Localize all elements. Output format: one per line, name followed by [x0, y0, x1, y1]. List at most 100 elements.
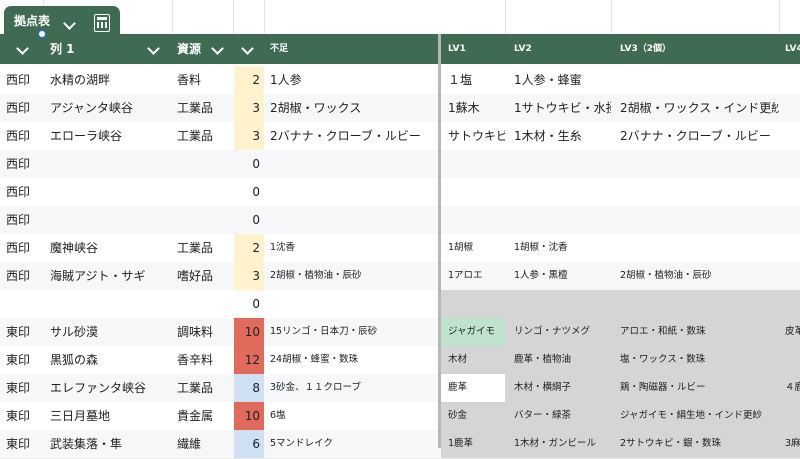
cell-lv3[interactable]: 2サトウキビ・銀・数珠	[620, 430, 779, 458]
cell-lv1[interactable]: サトウキビ	[448, 122, 505, 150]
cell-place[interactable]: アジャンタ峡谷	[50, 94, 172, 122]
cell-count[interactable]: 10	[234, 318, 264, 346]
chevron-down-icon[interactable]	[241, 42, 254, 55]
cell-place[interactable]: 三日月墓地	[50, 402, 172, 430]
cell-resource[interactable]: 工業品	[177, 374, 233, 402]
cell-region[interactable]: 西印	[6, 234, 43, 262]
table-row[interactable]: 西印 0	[0, 178, 800, 207]
cell-lv4[interactable]	[785, 150, 800, 178]
cell-lv3[interactable]: 鶏・陶磁器・ルビー	[620, 374, 779, 402]
cell-region[interactable]: 東印	[6, 318, 43, 346]
cell-place[interactable]	[50, 178, 172, 206]
cell-count[interactable]: 3	[234, 94, 264, 122]
cell-resource[interactable]: 香辛料	[177, 346, 233, 374]
cell-count[interactable]: 0	[234, 178, 264, 206]
cell-lv4[interactable]: 3麻	[785, 430, 800, 458]
cell-region[interactable]: 西印	[6, 94, 43, 122]
cell-lv3[interactable]: 2バナナ・クローブ・ルビー	[620, 122, 779, 150]
cell-lv1[interactable]: 1アロエ	[448, 262, 505, 290]
cell-place[interactable]: 水精の湖畔	[50, 66, 172, 94]
cell-lv3[interactable]	[620, 206, 779, 234]
cell-lv1[interactable]: １塩	[448, 66, 505, 94]
cell-place[interactable]	[50, 150, 172, 178]
cell-lv1[interactable]: 1胡椒	[448, 234, 505, 262]
sheet-tab[interactable]: 拠点表	[4, 6, 120, 36]
cell-place[interactable]: 黒狐の森	[50, 346, 172, 374]
cell-count[interactable]: 2	[234, 234, 264, 262]
cell-region[interactable]: 東印	[6, 430, 43, 458]
table-row[interactable]: 西印アジャンタ峡谷工業品32胡椒・ワックス 1蘇木 1サトウキビ・水掻き 2胡椒・ワッ…	[0, 94, 800, 123]
cell-shortage[interactable]: 5マンドレイク	[270, 430, 436, 458]
cell-resource[interactable]: 嗜好品	[177, 262, 233, 290]
column-header-shortage[interactable]: 不足	[270, 34, 435, 64]
cell-place[interactable]: サル砂漠	[50, 318, 172, 346]
cell-resource[interactable]: 工業品	[177, 94, 233, 122]
cell-lv2[interactable]: 1人参・蜂蜜	[514, 66, 611, 94]
cell-resource[interactable]	[177, 178, 233, 206]
cell-lv4[interactable]	[785, 94, 800, 122]
cell-place[interactable]: 海賊アジト・サギ	[50, 262, 172, 290]
cell-resource[interactable]: 調味料	[177, 318, 233, 346]
cell-region[interactable]: 西印	[6, 122, 43, 150]
cell-shortage[interactable]: 15リンゴ・日本刀・辰砂	[270, 318, 436, 346]
table-row[interactable]: 東印 武装集落・隼 繊維 6 5マンドレイク 1鹿革 1木材・ガンビール 2サトウキビ・銀・数…	[0, 430, 800, 459]
cell-lv3[interactable]: 2胡椒・植物油・辰砂	[620, 262, 779, 290]
cell-lv4[interactable]: 皮革	[785, 318, 800, 346]
cell-shortage[interactable]: 2胡椒・植物油・辰砂	[270, 262, 436, 290]
cell-count[interactable]: 0	[234, 150, 264, 178]
cell-shortage[interactable]	[270, 150, 436, 178]
cell-lv1[interactable]	[448, 178, 505, 206]
cell-lv1[interactable]	[448, 206, 505, 234]
cell-lv1[interactable]: 鹿革	[441, 374, 505, 402]
cell-lv2[interactable]	[514, 150, 611, 178]
cell-count[interactable]: 3	[234, 122, 264, 150]
cell-region[interactable]: 西印	[6, 66, 43, 94]
cell-resource[interactable]	[177, 206, 233, 234]
cell-resource[interactable]	[177, 150, 233, 178]
cell-count[interactable]: 8	[234, 374, 264, 402]
column-header-lv1[interactable]: LV1	[448, 34, 505, 64]
chevron-down-icon[interactable]	[147, 42, 160, 55]
cell-lv4[interactable]: ４鹿	[785, 374, 800, 402]
cell-lv3[interactable]	[620, 150, 779, 178]
cell-lv4[interactable]	[785, 234, 800, 262]
cell-lv2[interactable]: 1木材・生糸	[514, 122, 611, 150]
cell-place[interactable]	[50, 290, 172, 318]
cell-resource[interactable]: 工業品	[177, 234, 233, 262]
cell-resource[interactable]: 香料	[177, 66, 233, 94]
calculator-icon[interactable]	[94, 14, 110, 32]
cell-resource[interactable]: 工業品	[177, 122, 233, 150]
cell-lv3[interactable]	[620, 234, 779, 262]
cell-shortage[interactable]: 1人参	[270, 66, 436, 94]
cell-lv4[interactable]	[785, 262, 800, 290]
cell-lv3[interactable]: ジャガイモ・絹生地・インド更紗	[620, 402, 779, 430]
cell-count[interactable]: 10	[234, 402, 264, 430]
cell-shortage[interactable]: 2バナナ・クローブ・ルビー	[270, 122, 436, 150]
column-header-lv3[interactable]: LV3（2個）	[620, 34, 779, 64]
cell-lv1[interactable]: 木材	[448, 346, 505, 374]
chevron-down-icon[interactable]	[63, 17, 76, 30]
cell-count[interactable]: 0	[234, 206, 264, 234]
cell-lv2[interactable]	[514, 290, 611, 318]
table-row[interactable]: 東印 サル砂漠 調味料 10 15リンゴ・日本刀・辰砂 ジャガイモ リンゴ・ナツメグ アロエ・…	[0, 318, 800, 347]
cell-shortage[interactable]	[270, 178, 436, 206]
cell-lv2[interactable]: 1サトウキビ・水掻き	[514, 94, 611, 122]
table-row[interactable]: 東印 三日月墓地 貴金属 10 6塩 砂金 バター・緑茶 ジャガイモ・絹生地・インド更紗	[0, 402, 800, 431]
cell-region[interactable]: 西印	[6, 178, 43, 206]
cell-shortage[interactable]: 2胡椒・ワックス	[270, 94, 436, 122]
cell-shortage[interactable]	[270, 290, 436, 318]
column-header-resource[interactable]: 資源	[177, 34, 233, 64]
cell-lv3[interactable]	[620, 66, 779, 94]
cell-resource[interactable]	[177, 290, 233, 318]
table-row[interactable]: 西印 0	[0, 150, 800, 179]
table-row[interactable]: 西印 エローラ峡谷 工業品 3 2バナナ・クローブ・ルビー サトウキビ 1木材・生糸 2バナナ…	[0, 122, 800, 151]
frozen-column-divider[interactable]	[438, 34, 441, 448]
cell-count[interactable]: 6	[234, 430, 264, 458]
cell-lv1[interactable]: 1蘇木	[448, 94, 505, 122]
cell-lv2[interactable]: 1人参・黒檀	[514, 262, 611, 290]
cell-lv1[interactable]	[448, 290, 505, 318]
cell-lv4[interactable]	[785, 290, 800, 318]
cell-place[interactable]	[50, 206, 172, 234]
cell-lv1[interactable]	[448, 150, 505, 178]
cell-region[interactable]: 東印	[6, 346, 43, 374]
